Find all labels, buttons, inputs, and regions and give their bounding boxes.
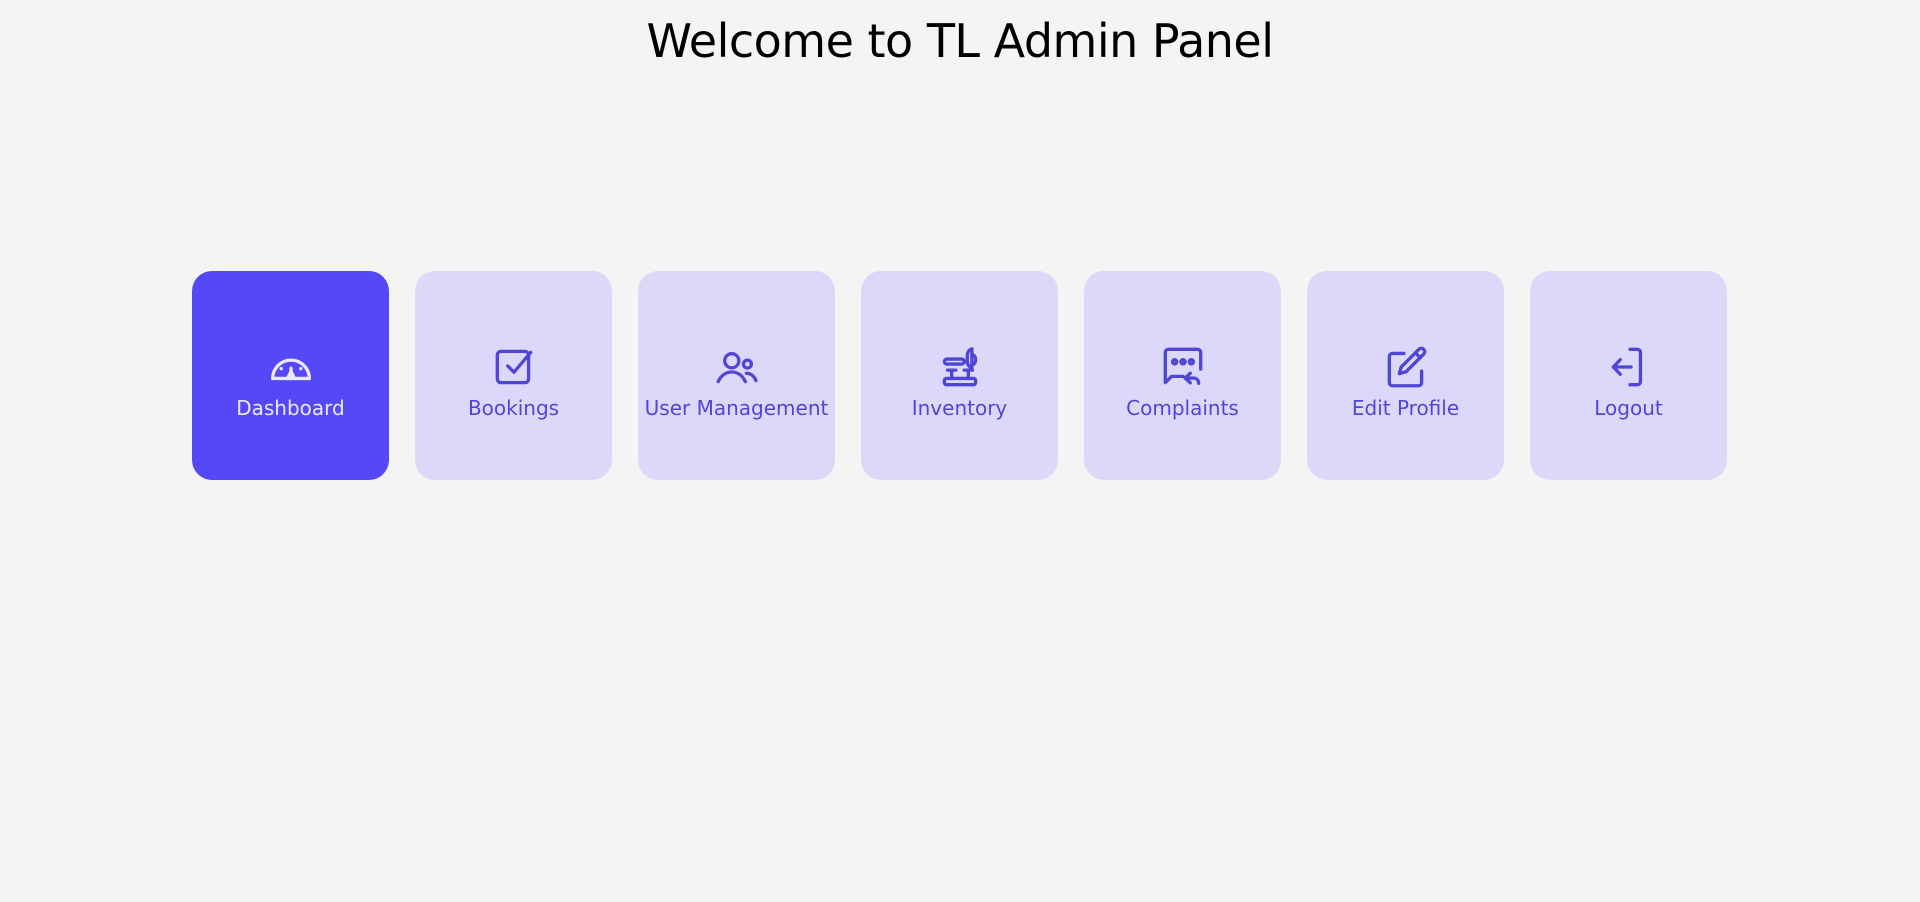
bookings-tile[interactable]: Bookings xyxy=(415,271,612,480)
inventory-tile[interactable]: Inventory xyxy=(861,271,1058,480)
dashboard-label: Dashboard xyxy=(236,396,345,420)
user-management-label: User Management xyxy=(644,396,829,420)
message-reply-icon xyxy=(1158,342,1208,392)
page-title: Welcome to TL Admin Panel xyxy=(646,14,1274,68)
tools-icon xyxy=(935,342,985,392)
checkbox-icon xyxy=(489,342,539,392)
bookings-label: Bookings xyxy=(467,396,560,420)
logout-label: Logout xyxy=(1594,396,1663,420)
edit-profile-tile[interactable]: Edit Profile xyxy=(1307,271,1504,480)
edit-icon xyxy=(1381,342,1431,392)
complaints-tile[interactable]: Complaints xyxy=(1084,271,1281,480)
users-icon xyxy=(712,342,762,392)
inventory-label: Inventory xyxy=(911,396,1008,420)
dashboard-tile[interactable]: Dashboard xyxy=(192,271,389,480)
complaints-label: Complaints xyxy=(1126,396,1239,420)
user-management-tile[interactable]: User Management xyxy=(638,271,835,480)
logout-icon xyxy=(1604,342,1654,392)
edit-profile-label: Edit Profile xyxy=(1351,396,1460,420)
nav-tiles: Dashboard Bookings User Management Inven… xyxy=(192,271,1727,480)
logout-tile[interactable]: Logout xyxy=(1530,271,1727,480)
gauge-icon xyxy=(266,342,316,392)
